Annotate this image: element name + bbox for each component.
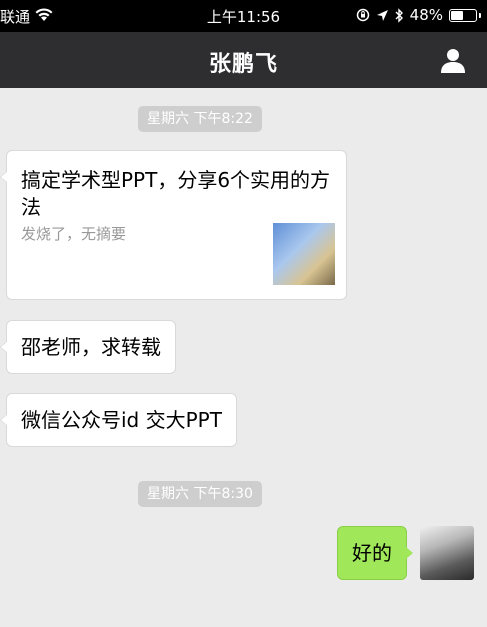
- timestamp-pill: 星期六 下午8:22: [138, 106, 262, 132]
- link-card-title: 搞定学术型PPT，分享6个实用的方法: [21, 168, 331, 219]
- rotation-lock-icon: [356, 8, 369, 22]
- battery-tip: [479, 12, 481, 18]
- battery-percent: 48%: [409, 6, 443, 24]
- link-card-message[interactable]: 搞定学术型PPT，分享6个实用的方法 发烧了，无摘要: [0, 150, 347, 300]
- link-card-description: 发烧了，无摘要: [21, 225, 127, 243]
- text-message[interactable]: 邵老师，求转载: [0, 320, 176, 374]
- status-bar: 联通 上午11:56 48%: [0, 0, 487, 32]
- location-arrow-icon: [376, 9, 388, 21]
- battery-icon: [449, 8, 477, 22]
- person-icon[interactable]: [439, 46, 467, 74]
- chat-title: 张鹏飞: [208, 52, 278, 77]
- bluetooth-icon: [395, 7, 403, 23]
- timestamp-pill: 星期六 下午8:30: [138, 481, 262, 507]
- avatar[interactable]: [420, 526, 474, 580]
- link-card-thumbnail: [273, 223, 335, 285]
- sent-text-message[interactable]: 好的: [337, 526, 413, 580]
- chat-header: 张鹏飞: [0, 32, 487, 88]
- text-message[interactable]: 微信公众号id 交大PPT: [0, 393, 237, 447]
- status-right-group: 48%: [356, 6, 481, 24]
- chat-area[interactable]: 星期六 下午8:22 搞定学术型PPT，分享6个实用的方法 发烧了，无摘要 邵老…: [0, 88, 487, 627]
